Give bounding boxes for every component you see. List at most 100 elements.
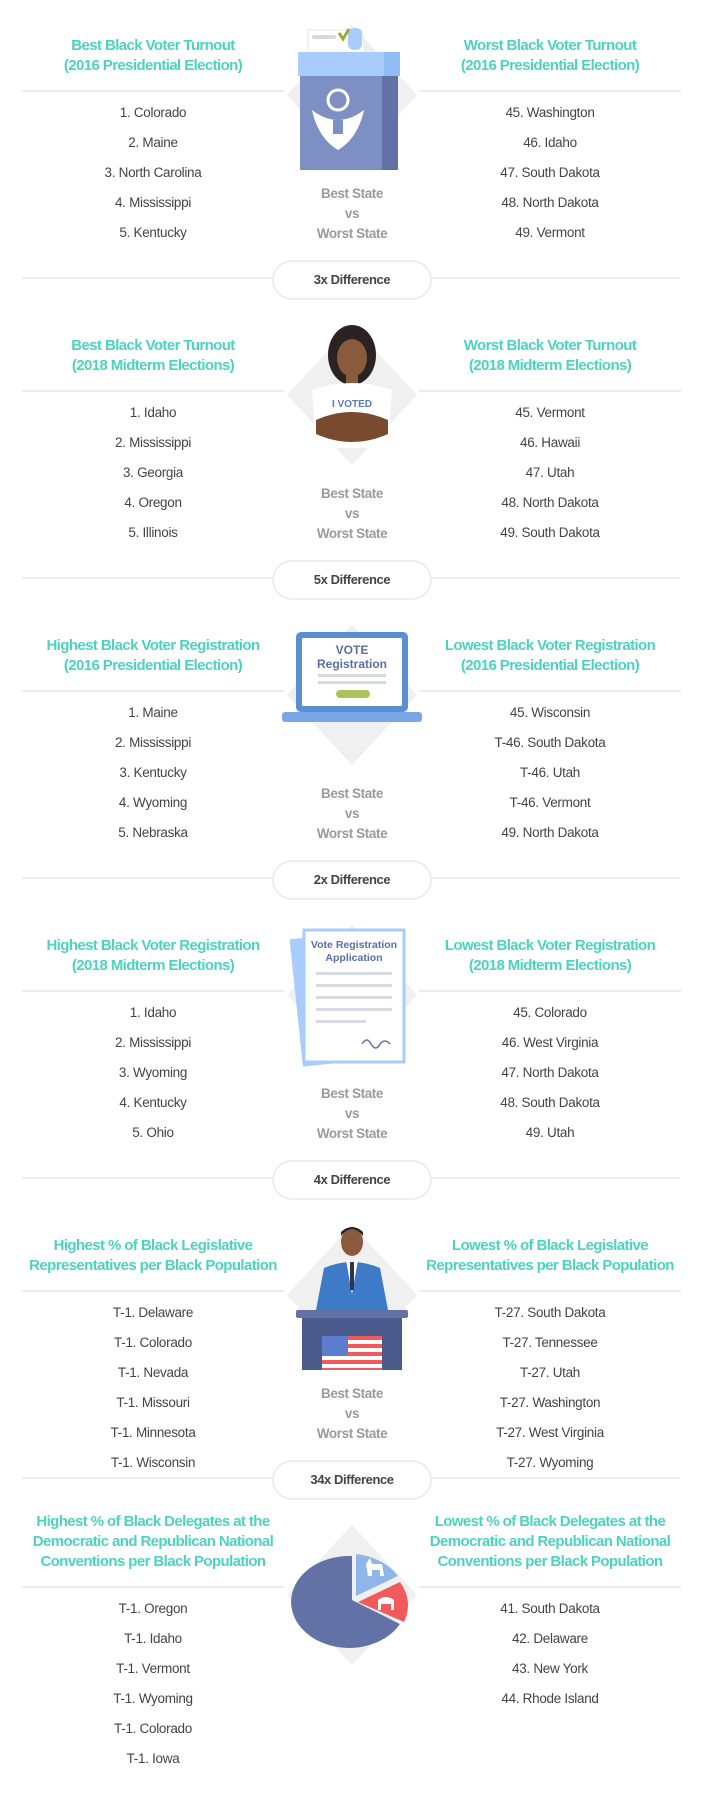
party-pie-chart-icon <box>282 1520 422 1670</box>
state-rank-item: 45. Colorado <box>513 1005 587 1020</box>
comparison-section: Best Black Voter Turnout (2016 Presidenti… <box>0 0 701 300</box>
state-rank-item: 48. North Dakota <box>501 195 599 210</box>
best-vs-worst-label: Best State vs Worst State <box>272 484 432 544</box>
heading-line: (2018 Midterm Elections) <box>71 357 235 374</box>
state-rank-item: T-46. Vermont <box>509 795 591 810</box>
state-rank-item: 5. Illinois <box>128 525 178 540</box>
state-rank-item: 4. Oregon <box>124 495 182 510</box>
comparison-section: Highest % of Black Delegates at the Democ… <box>0 1500 701 1800</box>
heading-line: Democratic and Republican National <box>32 1533 274 1550</box>
state-rank-item: 49. Vermont <box>515 225 585 240</box>
heading-divider <box>419 1586 681 1588</box>
heading-line: Worst Black Voter Turnout <box>463 337 637 354</box>
comparison-section: Highest Black Voter Registration (2018 Mi… <box>0 900 701 1200</box>
application-subtitle-text: Application <box>325 952 382 964</box>
state-rank-item: 45. Vermont <box>515 405 585 420</box>
state-rank-item: 47. South Dakota <box>500 165 600 180</box>
laptop-vote-registration-icon: VOTE Registration <box>282 620 422 770</box>
column-heading: Highest Black Voter Registration (2016 Pr… <box>22 602 284 682</box>
column-heading: Lowest Black Voter Registration (2016 Pre… <box>419 602 681 682</box>
state-rank-item: 47. Utah <box>525 465 575 480</box>
state-rank-item: T-1. Vermont <box>116 1661 190 1676</box>
column-heading: Lowest Black Voter Registration (2018 Mid… <box>419 902 681 982</box>
state-rank-item: T-1. Wisconsin <box>110 1455 196 1470</box>
state-rank-item: 46. Hawaii <box>519 435 581 450</box>
state-rank-item: T-1. Colorado <box>114 1721 192 1736</box>
state-rank-item: 49. South Dakota <box>500 525 600 540</box>
heading-divider <box>419 1290 681 1292</box>
comparison-section: Best Black Voter Turnout (2018 Midterm El… <box>0 300 701 600</box>
heading-line: Highest Black Voter Registration <box>46 637 260 654</box>
worst-state-label: Worst State <box>316 526 388 541</box>
heading-line: (2016 Presidential Election) <box>63 657 243 674</box>
state-rank-item: T-1. Missouri <box>116 1395 190 1410</box>
heading-divider <box>22 1586 284 1588</box>
state-rank-item: T-1. Iowa <box>126 1751 180 1766</box>
worst-state-label: Worst State <box>316 226 388 241</box>
state-rank-item: 3. Kentucky <box>119 765 187 780</box>
best-vs-worst-label: Best State vs Worst State <box>272 184 432 244</box>
best-state-label: Best State <box>320 1386 384 1401</box>
state-rank-item: 1. Colorado <box>119 105 187 120</box>
state-rank-item: 4. Kentucky <box>119 1095 187 1110</box>
heading-line: Representatives per Black Population <box>29 1257 277 1274</box>
column-heading: Highest % of Black Delegates at the Democ… <box>22 1498 284 1578</box>
state-rank-item: T-46. South Dakota <box>494 735 606 750</box>
state-rank-item: 1. Idaho <box>129 1005 177 1020</box>
state-rank-item: T-27. Washington <box>499 1395 601 1410</box>
column-heading: Worst Black Voter Turnout (2016 President… <box>419 2 681 82</box>
state-rank-item: T-27. West Virginia <box>496 1425 604 1440</box>
state-rank-item: 2. Mississippi <box>114 735 192 750</box>
state-rank-item: T-46. Utah <box>519 765 581 780</box>
politician-podium-flag-icon <box>282 1220 422 1394</box>
state-rank-item: 49. Utah <box>525 1125 575 1140</box>
state-rank-item: 47. North Dakota <box>501 1065 599 1080</box>
heading-divider <box>22 390 284 392</box>
state-rank-item: 3. Wyoming <box>118 1065 188 1080</box>
heading-divider <box>419 390 681 392</box>
heading-line: (2016 Presidential Election) <box>63 57 243 74</box>
state-rank-item: 49. North Dakota <box>501 825 599 840</box>
heading-line: Best Black Voter Turnout <box>71 37 235 54</box>
heading-line: Conventions per Black Population <box>40 1553 267 1570</box>
i-voted-text: I VOTED <box>332 399 372 410</box>
state-rank-item: 41. South Dakota <box>500 1601 600 1616</box>
state-rank-item: T-1. Idaho <box>124 1631 182 1646</box>
best-vs-worst-label: Best State vs Worst State <box>272 1384 432 1444</box>
heading-divider <box>22 690 284 692</box>
heading-line: (2016 Presidential Election) <box>460 657 640 674</box>
difference-badge: 5x Difference <box>272 560 432 600</box>
comparison-section: Highest Black Voter Registration (2016 Pr… <box>0 600 701 900</box>
heading-divider <box>22 990 284 992</box>
heading-divider <box>419 690 681 692</box>
column-heading: Highest Black Voter Registration (2018 Mi… <box>22 902 284 982</box>
vs-label: vs <box>344 806 360 821</box>
vote-text: VOTE <box>336 643 369 657</box>
heading-line: Lowest Black Voter Registration <box>444 937 656 954</box>
column-heading: Highest % of Black Legislative Representa… <box>22 1202 284 1282</box>
state-rank-item: 46. West Virginia <box>501 1035 599 1050</box>
worst-state-label: Worst State <box>316 826 388 841</box>
heading-line: Lowest Black Voter Registration <box>444 637 656 654</box>
heading-line: (2016 Presidential Election) <box>460 57 640 74</box>
heading-divider <box>419 990 681 992</box>
state-rank-item: T-1. Minnesota <box>110 1425 196 1440</box>
heading-divider <box>22 1290 284 1292</box>
state-rank-item: T-1. Wyoming <box>113 1691 193 1706</box>
state-rank-item: T-1. Nevada <box>117 1365 189 1380</box>
state-rank-item: 1. Maine <box>128 705 178 720</box>
state-rank-item: 48. South Dakota <box>500 1095 600 1110</box>
column-heading: Best Black Voter Turnout (2018 Midterm El… <box>22 302 284 382</box>
state-rank-item: 46. Idaho <box>523 135 577 150</box>
state-rank-item: 2. Mississippi <box>114 435 192 450</box>
heading-line: (2018 Midterm Elections) <box>468 957 632 974</box>
comparison-section: Highest % of Black Legislative Representa… <box>0 1200 701 1500</box>
column-heading: Lowest % of Black Delegates at the Democr… <box>419 1498 681 1578</box>
worst-state-label: Worst State <box>316 1126 388 1141</box>
column-heading: Best Black Voter Turnout (2016 Presidenti… <box>22 2 284 82</box>
registration-application-document-icon: Vote Registration Application <box>282 920 422 1070</box>
heading-line: Highest % of Black Delegates at the <box>36 1513 270 1530</box>
heading-line: Lowest % of Black Legislative <box>452 1237 649 1254</box>
state-rank-item: 45. Washington <box>505 105 595 120</box>
ballot-box-icon <box>282 20 422 176</box>
